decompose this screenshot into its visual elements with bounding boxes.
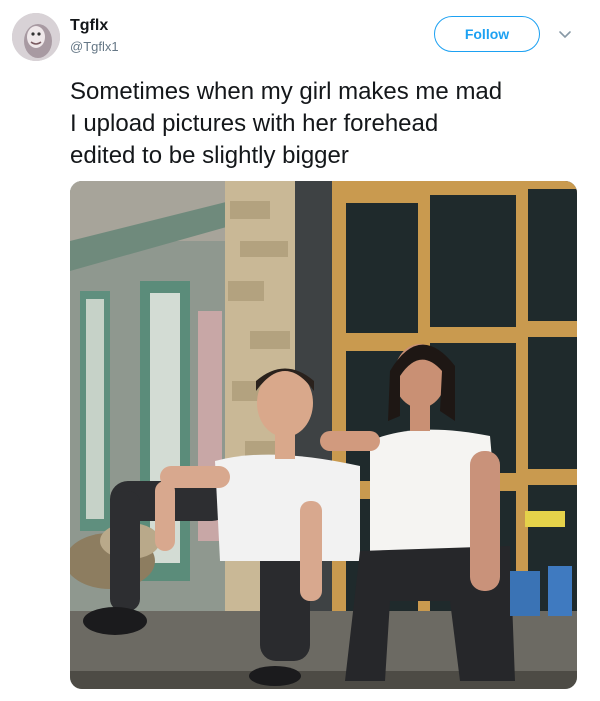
- tweet-text: Sometimes when my girl makes me mad I up…: [70, 76, 585, 172]
- tweet-text-line: Sometimes when my girl makes me mad: [70, 78, 503, 105]
- follow-button[interactable]: Follow: [434, 16, 540, 52]
- author-handle[interactable]: @Tgflx1: [70, 39, 119, 54]
- tweet-text-line: edited to be slightly bigger: [70, 142, 349, 169]
- avatar[interactable]: [12, 13, 60, 61]
- tweet-photo-image: [70, 181, 577, 689]
- tweet-text-line: I upload pictures with her forehead: [70, 110, 439, 137]
- author-name[interactable]: Tgflx: [70, 17, 108, 35]
- avatar-image: [12, 13, 60, 61]
- chevron-down-icon[interactable]: [558, 30, 572, 40]
- tweet-photo[interactable]: [70, 181, 577, 689]
